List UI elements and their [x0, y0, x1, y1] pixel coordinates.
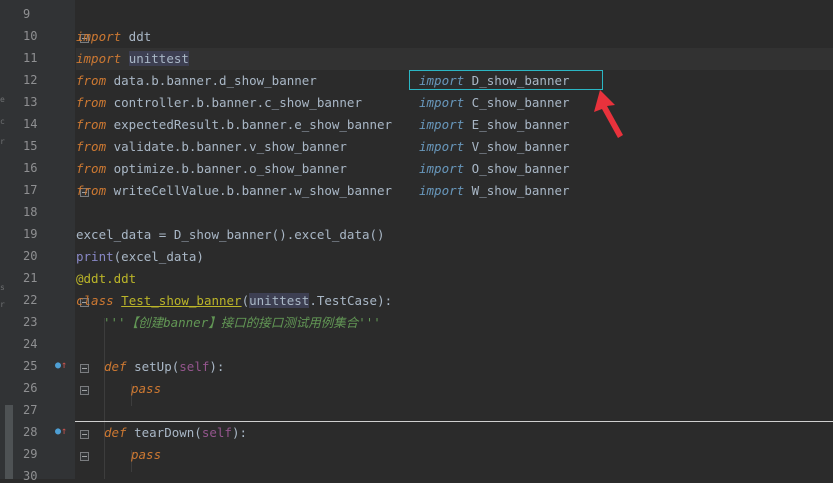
code-line-26: pass [131, 381, 162, 396]
line-number: 11 [23, 51, 38, 65]
import-name-line: import E_show_banner [419, 117, 570, 132]
code-line-29: pass [131, 447, 162, 462]
import-name-line: import V_show_banner [419, 139, 570, 154]
code-line-15: from validate.b.banner.v_show_banner [76, 139, 347, 154]
code-line-17: from writeCellValue.b.banner.w_show_bann… [76, 183, 393, 198]
line-number: 29 [23, 447, 38, 461]
code-line-13: from controller.b.banner.c_show_banner [76, 95, 362, 110]
override-icon[interactable]: ●↑ [55, 360, 67, 371]
import-name-line: import O_show_banner [419, 161, 570, 176]
line-number: 28 [23, 425, 38, 439]
method-separator [75, 421, 833, 422]
code-line-23-docstring: '''【创建banner】接口的接口测试用例集合''' [103, 315, 381, 330]
code-line-10: import ddt [76, 29, 152, 44]
code-line-21: @ddt.ddt [76, 271, 137, 286]
code-line-28: def tearDown(self): [104, 425, 248, 440]
line-number: 19 [23, 227, 38, 241]
line-number: 20 [23, 249, 38, 263]
line-number: 10 [23, 29, 38, 43]
arrow-icon [594, 90, 623, 138]
line-number: 18 [23, 205, 38, 219]
code-line-19: excel_data = D_show_banner().excel_data(… [76, 227, 385, 242]
left-strip-glyph: c [0, 117, 5, 126]
line-number: 27 [23, 403, 38, 417]
import-name-line: import C_show_banner [419, 95, 570, 110]
indent-guide [104, 318, 105, 479]
code-line-14: from expectedResult.b.banner.e_show_bann… [76, 117, 393, 132]
left-panel-strip: e c r s r [0, 0, 15, 479]
line-number-gutter: 9 10 11 12 13 14 15 16 17 18 19 20 21 22… [15, 0, 89, 483]
red-arrow-annotation [594, 90, 623, 138]
line-number: 30 [23, 469, 38, 483]
code-line-20: print(excel_data) [76, 249, 204, 264]
line-number: 22 [23, 293, 38, 307]
line-number: 9 [23, 7, 31, 21]
line-number: 15 [23, 139, 38, 153]
line-number: 16 [23, 161, 38, 175]
code-line-12: from data.b.banner.d_show_banner [76, 73, 317, 88]
highlight-box-annotation [409, 70, 603, 90]
override-icon[interactable]: ●↑ [55, 426, 67, 437]
code-line-25: def setUp(self): [104, 359, 225, 374]
left-strip-glyph: r [0, 137, 5, 146]
line-number: 26 [23, 381, 38, 395]
line-number: 25 [23, 359, 38, 373]
left-strip-glyph: r [0, 300, 5, 309]
left-strip-glyph: s [0, 283, 5, 292]
import-name-line: import W_show_banner [419, 183, 570, 198]
left-strip-glyph: e [0, 95, 5, 104]
line-number: 12 [23, 73, 38, 87]
panel-scroll-thumb[interactable] [5, 405, 13, 479]
line-number: 17 [23, 183, 38, 197]
code-line-11: import unittest [76, 48, 833, 70]
line-number: 21 [23, 271, 38, 285]
line-number: 24 [23, 337, 38, 351]
line-number: 13 [23, 95, 38, 109]
code-line-16: from optimize.b.banner.o_show_banner [76, 161, 347, 176]
code-line-22: class Test_show_banner(unittest.TestCase… [76, 293, 393, 308]
line-number: 14 [23, 117, 38, 131]
line-number: 23 [23, 315, 38, 329]
